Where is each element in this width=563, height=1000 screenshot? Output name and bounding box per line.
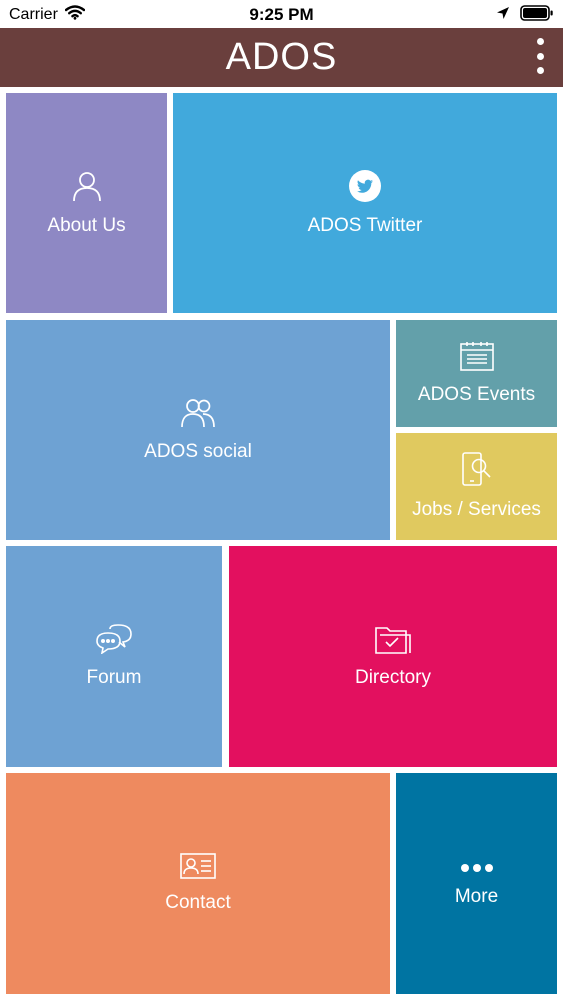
tile-ados-twitter-label: ADOS Twitter	[307, 214, 423, 236]
tile-forum[interactable]: Forum	[6, 546, 222, 767]
tile-more-label: More	[454, 885, 499, 907]
tile-jobs-services-label: Jobs / Services	[412, 499, 541, 520]
tile-jobs-services[interactable]: Jobs / Services	[396, 433, 557, 540]
tile-directory[interactable]: Directory	[229, 546, 557, 767]
tile-forum-label: Forum	[86, 667, 142, 688]
more-dots-icon	[460, 860, 494, 878]
app-title: ADOS	[225, 36, 338, 78]
nav-bar: ADOS	[0, 28, 563, 87]
chat-bubbles-icon	[96, 624, 132, 659]
tile-ados-social[interactable]: ADOS social	[6, 320, 390, 540]
tile-more[interactable]: More	[396, 773, 557, 994]
folder-check-icon	[375, 624, 411, 659]
status-time: 9:25 PM	[249, 5, 314, 24]
twitter-icon	[349, 169, 381, 207]
tile-ados-twitter[interactable]: ADOS Twitter	[173, 93, 557, 313]
tile-about-us-label: About Us	[47, 214, 126, 236]
vertical-ellipsis-icon	[536, 67, 544, 74]
vertical-ellipsis-icon	[536, 38, 544, 45]
phone-search-icon	[461, 452, 493, 491]
tile-ados-events-label: ADOS Events	[417, 384, 536, 405]
status-right-group	[496, 5, 554, 26]
calendar-icon	[459, 341, 494, 376]
contact-card-icon	[180, 853, 216, 884]
tile-directory-label: Directory	[354, 667, 431, 688]
tile-contact[interactable]: Contact	[6, 773, 390, 994]
person-icon	[71, 170, 103, 207]
group-icon	[181, 398, 215, 433]
tile-about-us[interactable]: About Us	[6, 93, 167, 313]
location-arrow-icon	[496, 6, 510, 25]
tile-contact-label: Contact	[165, 892, 231, 913]
tile-ados-social-label: ADOS social	[144, 440, 252, 462]
menu-button[interactable]	[531, 38, 549, 74]
battery-icon	[520, 5, 554, 26]
tile-ados-events[interactable]: ADOS Events	[396, 320, 557, 427]
status-bar: Carrier 9:25 PM	[0, 0, 563, 28]
vertical-ellipsis-icon	[536, 52, 544, 60]
